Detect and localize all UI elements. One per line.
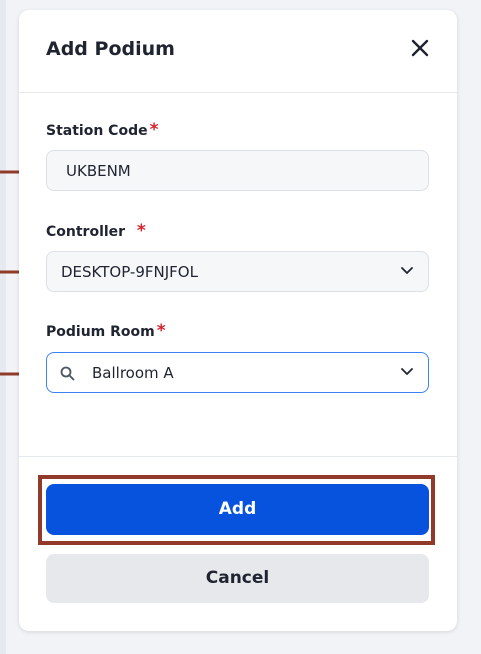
podium-room-label: Podium Room *: [46, 321, 166, 341]
controller-label: Controller *: [46, 221, 146, 241]
search-icon: [60, 366, 75, 381]
add-podium-dialog: Add Podium Station Code * UKBENM Controll…: [19, 10, 457, 631]
chevron-down-icon[interactable]: [400, 367, 414, 377]
required-marker: *: [149, 120, 159, 140]
station-code-label-text: Station Code: [46, 123, 148, 139]
cancel-button[interactable]: Cancel: [46, 554, 429, 603]
required-marker: *: [156, 321, 166, 341]
controller-value: DESKTOP-9FNJFOL: [61, 263, 198, 281]
controller-label-text: Controller: [46, 224, 126, 240]
controller-select[interactable]: DESKTOP-9FNJFOL: [46, 251, 429, 292]
station-code-label: Station Code *: [46, 120, 158, 140]
footer-divider: [19, 456, 457, 457]
dialog-title: Add Podium: [46, 38, 175, 60]
chevron-down-icon[interactable]: [400, 266, 414, 276]
required-marker: *: [136, 221, 146, 241]
close-icon[interactable]: [409, 37, 431, 59]
dialog-header: Add Podium: [19, 10, 457, 93]
station-code-field[interactable]: UKBENM: [46, 150, 429, 191]
podium-room-label-text: Podium Room: [46, 324, 155, 340]
background-panel-edge: [0, 0, 6, 654]
add-button[interactable]: Add: [46, 484, 429, 535]
podium-room-value: Ballroom A: [92, 364, 174, 382]
station-code-value: UKBENM: [66, 162, 131, 180]
podium-room-search-select[interactable]: Ballroom A: [46, 352, 429, 393]
